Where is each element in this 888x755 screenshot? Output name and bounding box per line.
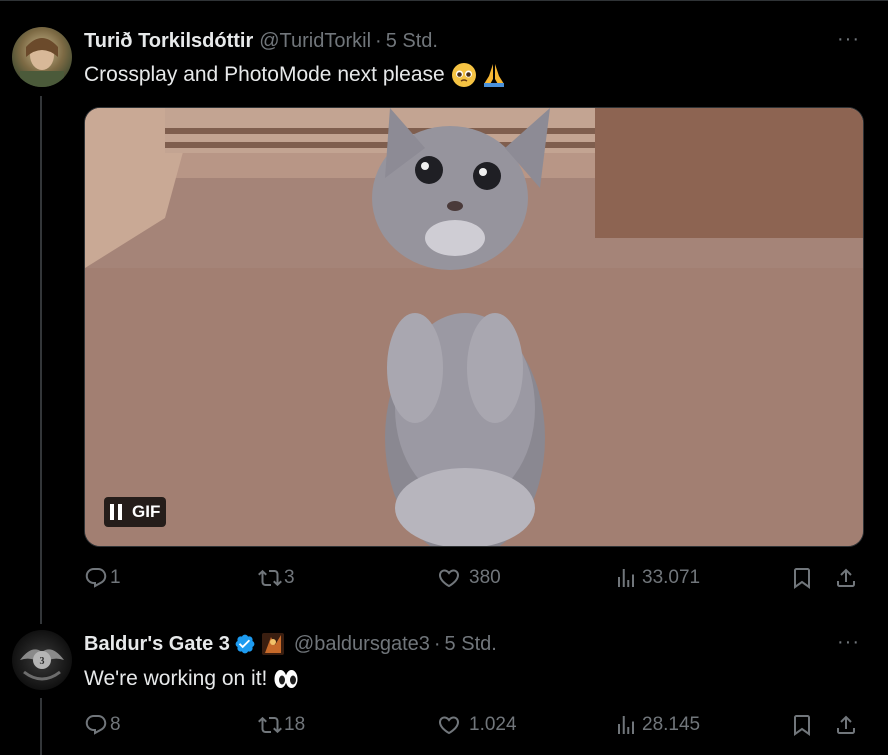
views-count: 28.145 — [642, 714, 701, 735]
tweet-2[interactable]: 3 Baldur's Gate 3 @baldursgate3 · 5 Std.… — [0, 610, 888, 755]
like-button[interactable]: 380 — [437, 566, 501, 590]
timestamp[interactable]: 5 Std. — [445, 633, 497, 656]
views-count: 33.071 — [642, 567, 701, 588]
tweet-header: Baldur's Gate 3 @baldursgate3 · 5 Std. — [84, 631, 497, 657]
folded-hands-icon — [481, 62, 507, 88]
timestamp[interactable]: 5 Std. — [386, 30, 438, 53]
like-count: 1.024 — [469, 714, 517, 735]
handle[interactable]: @TuridTorkil — [259, 30, 371, 53]
heart-icon — [438, 716, 460, 735]
bookmark-icon — [794, 715, 810, 736]
tweet-actions: 1 3 380 33.071 — [84, 566, 864, 596]
display-name[interactable]: Turið Torkilsdóttir — [84, 30, 253, 53]
verified-badge-icon[interactable] — [234, 633, 256, 655]
share-button[interactable] — [834, 566, 858, 590]
gif-media[interactable] — [84, 107, 864, 547]
reply-button[interactable]: 1 — [84, 566, 121, 590]
repost-icon — [258, 716, 282, 734]
tweet-actions: 8 18 1.024 28.145 — [84, 713, 864, 743]
handle[interactable]: @baldursgate3 — [294, 633, 430, 656]
avatar[interactable] — [12, 27, 72, 87]
display-name[interactable]: Baldur's Gate 3 — [84, 633, 230, 656]
tweet-text: Crossplay and PhotoMode next please — [84, 62, 507, 88]
repost-button[interactable]: 3 — [258, 566, 295, 590]
like-button[interactable]: 1.024 — [437, 713, 517, 737]
tweet-header: Turið Torkilsdóttir @TuridTorkil · 5 Std… — [84, 28, 438, 54]
reply-count: 1 — [110, 567, 121, 588]
views-icon — [618, 716, 634, 734]
like-count: 380 — [469, 567, 501, 588]
bookmark-button[interactable] — [790, 566, 814, 590]
share-icon — [837, 568, 855, 587]
avatar[interactable]: 3 — [12, 630, 72, 690]
repost-button[interactable]: 18 — [258, 713, 305, 737]
more-options-button[interactable]: ··· — [837, 28, 860, 51]
views-icon — [618, 569, 634, 587]
views-button[interactable]: 28.145 — [614, 713, 700, 737]
reply-count: 8 — [110, 714, 121, 735]
reply-icon — [85, 715, 107, 735]
views-button[interactable]: 33.071 — [614, 566, 700, 590]
more-options-button[interactable]: ··· — [837, 631, 860, 654]
eyes-icon — [273, 666, 299, 692]
share-button[interactable] — [834, 713, 858, 737]
tweet-1[interactable]: Turið Torkilsdóttir @TuridTorkil · 5 Std… — [0, 0, 888, 610]
pleading-face-icon — [451, 62, 477, 88]
bookmark-button[interactable] — [790, 713, 814, 737]
heart-icon — [438, 569, 460, 588]
tweet-text-content: Crossplay and PhotoMode next please — [84, 63, 445, 86]
pause-icon[interactable] — [110, 504, 124, 520]
tweet-text-content: We're working on it! — [84, 667, 268, 690]
repost-count: 18 — [284, 714, 306, 735]
bookmark-icon — [794, 568, 810, 589]
repost-count: 3 — [284, 567, 295, 588]
gif-badge[interactable]: GIF — [104, 497, 167, 527]
separator: · — [375, 29, 382, 52]
share-icon — [837, 715, 855, 734]
gif-label: GIF — [132, 502, 161, 521]
reply-icon — [85, 568, 107, 588]
affiliate-badge-icon[interactable] — [261, 633, 284, 655]
separator: · — [433, 632, 441, 655]
tweet-text: We're working on it! — [84, 666, 299, 692]
repost-icon — [258, 569, 282, 587]
reply-button[interactable]: 8 — [84, 713, 121, 737]
svg-text:3: 3 — [40, 656, 45, 667]
